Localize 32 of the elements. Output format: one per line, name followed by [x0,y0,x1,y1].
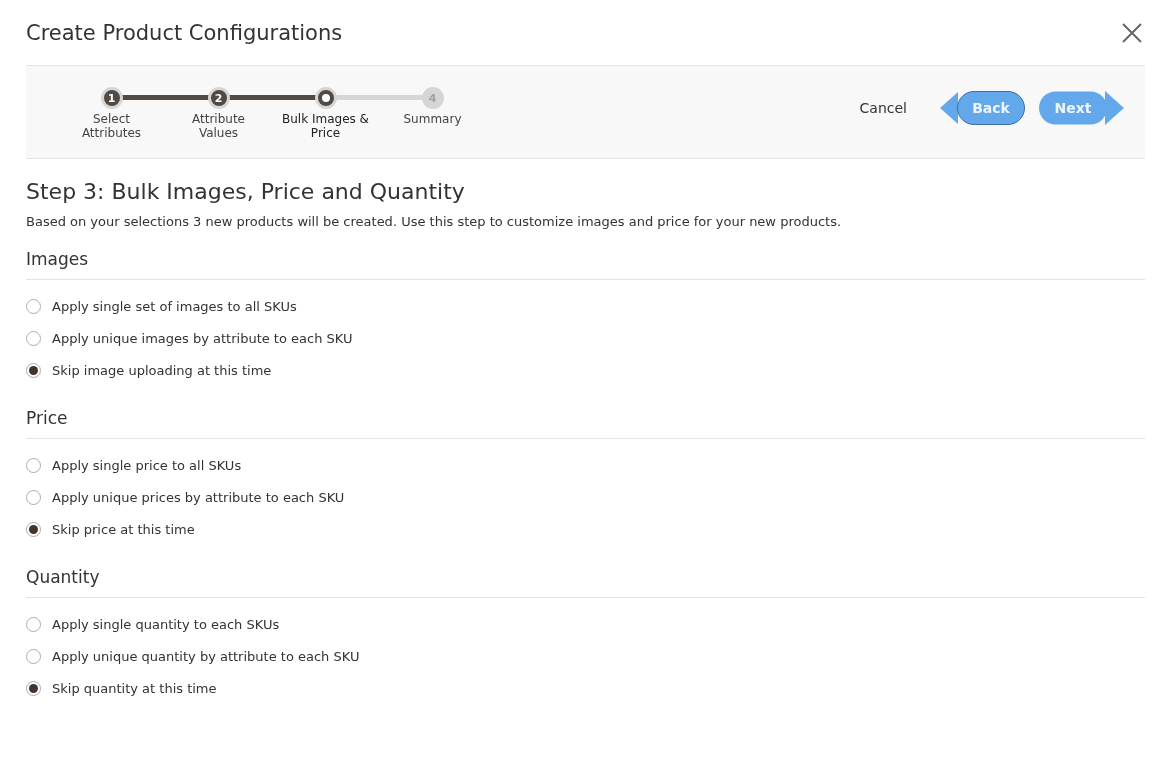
radio-button[interactable] [26,299,41,314]
option-label: Apply unique prices by attribute to each SKU [52,490,345,505]
step-label: Bulk Images & Price [281,112,370,140]
option-label: Apply unique images by attribute to each SKU [52,331,353,346]
radio-button[interactable] [26,522,41,537]
option-label: Apply single quantity to each SKUs [52,617,280,632]
section-title: Quantity [26,567,1145,598]
radio-button[interactable] [26,363,41,378]
step-marker: 1 [100,87,123,109]
radio-button[interactable] [26,331,41,346]
radio-button[interactable] [26,490,41,505]
radio-button[interactable] [26,458,41,473]
section-title: Images [26,249,1145,280]
step-label: Summary [402,112,463,126]
cancel-button[interactable]: Cancel [853,99,913,117]
step-description: Based on your selections 3 new products will be created. Use this step to customize images and price for your new products. [26,214,843,229]
option-label: Skip quantity at this time [52,681,217,696]
option-label: Apply single set of images to all SKUs [52,299,297,314]
radio-button[interactable] [26,617,41,632]
dialog-title: Create Product Configurations [26,20,343,45]
radio-button[interactable] [26,681,41,696]
step-heading: Step 3: Bulk Images, Price and Quantity [26,179,466,204]
option-label: Skip image uploading at this time [52,363,272,378]
step-label: Select Attributes [80,112,143,140]
step-label: Attribute Values [191,112,246,140]
step-marker: 2 [207,87,230,109]
close-icon[interactable] [1120,20,1144,45]
option-label: Apply unique quantity by attribute to each SKU [52,649,360,664]
option-label: Skip price at this time [52,522,195,537]
radio-button[interactable] [26,649,41,664]
section-title: Price [26,408,1145,439]
option-label: Apply single price to all SKUs [52,458,242,473]
